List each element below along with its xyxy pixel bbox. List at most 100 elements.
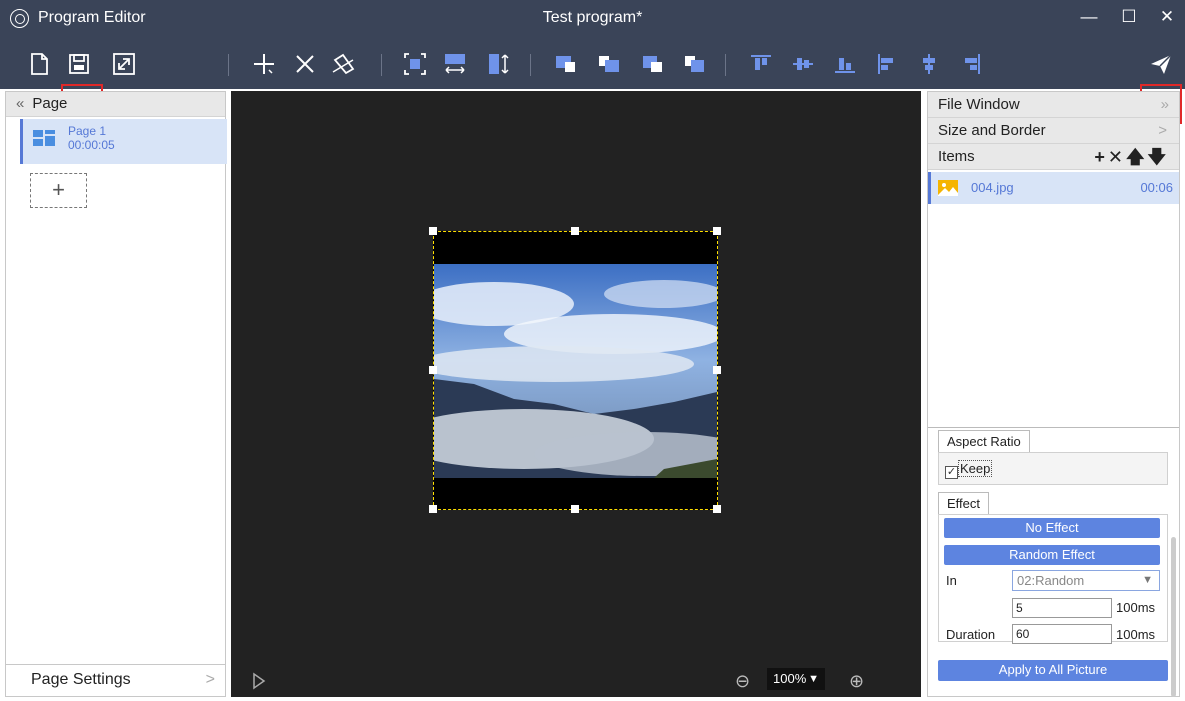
resize-handle[interactable] <box>713 505 721 513</box>
fit-width-icon <box>445 54 465 74</box>
resize-handle[interactable] <box>429 366 437 374</box>
fullscreen-icon <box>113 53 135 75</box>
bring-front-button[interactable] <box>552 50 580 78</box>
fit-height-button[interactable] <box>485 50 513 78</box>
toolbar-separator <box>530 54 531 76</box>
document-title: Test program* <box>542 9 643 26</box>
align-bottom-button[interactable] <box>831 50 859 78</box>
title-bar: Program Editor Test program* — ☐ ✕ <box>0 0 1185 37</box>
page-duration: 00:00:05 <box>68 138 115 152</box>
in-effect-value: 02:Random <box>1017 573 1085 588</box>
send-backward-button[interactable] <box>639 50 667 78</box>
page-panel: « Page Page 1 00:00:05 + Page Settings > <box>5 91 227 697</box>
bring-front-icon <box>556 56 575 72</box>
properties-scrollbar[interactable] <box>1171 537 1176 697</box>
resize-handle[interactable] <box>571 227 579 235</box>
resize-handle[interactable] <box>713 227 721 235</box>
fit-screen-icon <box>404 53 426 75</box>
delete-button[interactable] <box>291 50 319 78</box>
add-window-button[interactable] <box>250 50 278 78</box>
preview-image <box>434 264 717 478</box>
clear-icon <box>332 53 355 75</box>
apply-all-button[interactable]: Apply to All Picture <box>938 660 1168 681</box>
duration-input[interactable]: 60 <box>1012 624 1112 644</box>
fullscreen-button[interactable] <box>110 50 138 78</box>
size-border-header[interactable]: Size and Border > <box>928 118 1179 144</box>
fit-screen-button[interactable] <box>401 50 429 78</box>
bring-forward-icon <box>599 56 619 72</box>
image-file-icon <box>938 180 958 196</box>
resize-handle[interactable] <box>429 227 437 235</box>
align-top-button[interactable] <box>747 50 775 78</box>
zoom-select[interactable]: 100% ▼ <box>767 668 825 690</box>
zoom-out-button[interactable]: ⊖ <box>735 671 750 692</box>
zoom-in-button[interactable]: ⊕ <box>849 671 864 692</box>
align-vcenter-icon <box>793 58 813 70</box>
send-icon <box>1151 54 1172 74</box>
expand-icon[interactable]: » <box>1161 92 1169 117</box>
keep-checkbox[interactable]: ✓ <box>945 466 958 479</box>
fit-height-icon <box>489 54 509 74</box>
page-list-item[interactable]: Page 1 00:00:05 <box>20 119 227 164</box>
dropdown-arrow-icon: ▼ <box>1142 574 1153 586</box>
chevron-right-icon: > <box>205 671 215 688</box>
align-left-icon <box>878 54 893 74</box>
resize-handle[interactable] <box>571 505 579 513</box>
page-panel-title: Page <box>32 95 68 112</box>
fit-width-button[interactable] <box>441 50 469 78</box>
add-page-button[interactable]: + <box>30 173 87 208</box>
align-vcenter-button[interactable] <box>789 50 817 78</box>
clear-button[interactable] <box>330 50 358 78</box>
align-left-button[interactable] <box>873 50 901 78</box>
send-back-icon <box>685 56 704 72</box>
play-button[interactable] <box>252 672 266 695</box>
page-thumbnail-icon <box>33 130 55 146</box>
random-effect-button[interactable]: Random Effect <box>944 545 1160 565</box>
align-right-icon <box>965 54 980 74</box>
duration-label: Duration <box>946 627 996 642</box>
align-top-icon <box>751 55 771 70</box>
toolbar-separator <box>228 54 229 76</box>
align-right-button[interactable] <box>957 50 985 78</box>
toolbar <box>0 37 1185 124</box>
save-button[interactable] <box>65 50 93 78</box>
bring-forward-button[interactable] <box>595 50 623 78</box>
send-backward-icon <box>643 56 662 72</box>
send-back-button[interactable] <box>681 50 709 78</box>
dropdown-arrow-icon: ▼ <box>808 673 819 685</box>
toolbar-separator <box>381 54 382 76</box>
keep-label: Keep <box>958 460 993 477</box>
maximize-button[interactable]: ☐ <box>1114 5 1144 31</box>
collapse-page-panel-button[interactable]: « <box>16 95 24 112</box>
file-window-title: File Window <box>938 96 1020 113</box>
page-settings-button[interactable]: Page Settings > <box>6 664 225 696</box>
close-button[interactable]: ✕ <box>1152 5 1182 31</box>
speed-input[interactable]: 5 <box>1012 598 1112 618</box>
page-panel-header: « Page <box>6 92 225 117</box>
program-window[interactable] <box>429 227 721 513</box>
align-hcenter-button[interactable] <box>915 50 943 78</box>
file-window-header[interactable]: File Window » <box>928 92 1179 118</box>
size-border-title: Size and Border <box>938 122 1046 139</box>
items-header: Items +✕🡅🡇 <box>928 144 1179 170</box>
item-tools[interactable]: +✕🡅🡇 <box>1094 145 1169 170</box>
speed-unit: 100ms <box>1116 600 1156 615</box>
in-effect-select[interactable]: 02:Random ▼ <box>1012 570 1160 591</box>
resize-handle[interactable] <box>429 505 437 513</box>
align-bottom-icon <box>835 58 855 73</box>
save-icon <box>69 54 89 74</box>
new-button[interactable] <box>25 50 53 78</box>
no-effect-button[interactable]: No Effect <box>944 518 1160 538</box>
tab-effect[interactable]: Effect <box>938 492 990 514</box>
page-settings-label: Page Settings <box>31 671 131 688</box>
items-title: Items <box>938 148 975 165</box>
send-button[interactable] <box>1147 50 1175 78</box>
media-item[interactable]: 004.jpg 00:06 <box>928 172 1179 204</box>
page-name: Page 1 <box>68 124 107 138</box>
resize-handle[interactable] <box>713 366 721 374</box>
minimize-button[interactable]: — <box>1074 5 1104 31</box>
new-icon <box>31 53 48 75</box>
aspect-ratio-box: ✓ Keep <box>938 452 1168 485</box>
duration-unit: 100ms <box>1116 627 1156 642</box>
tab-aspect-ratio[interactable]: Aspect Ratio <box>938 430 1030 452</box>
